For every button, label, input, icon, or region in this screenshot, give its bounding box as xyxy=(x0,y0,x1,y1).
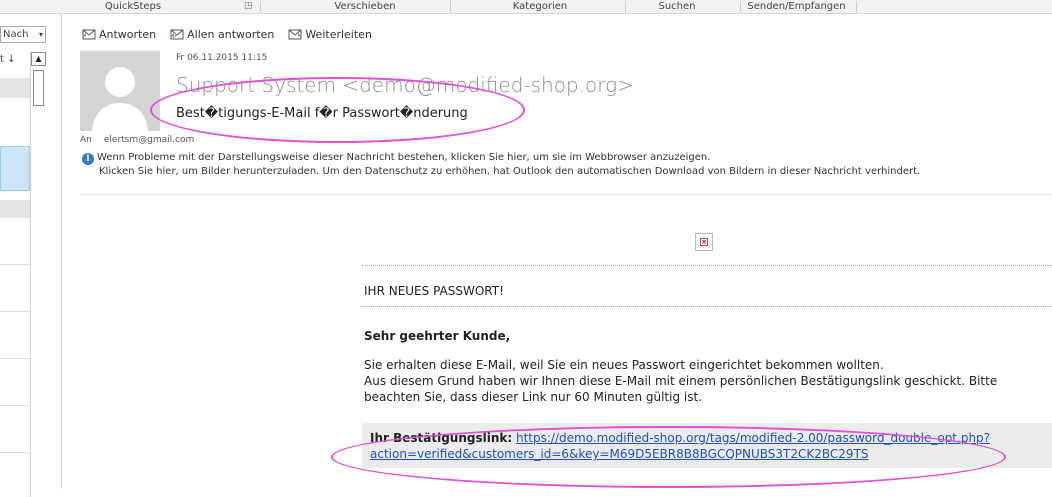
reply-all-button[interactable]: Allen antworten xyxy=(170,26,274,42)
avatar xyxy=(80,51,160,131)
chevron-down-icon: ▾ xyxy=(38,30,43,39)
scroll-up-icon[interactable]: ▲ xyxy=(31,52,46,66)
ribbon-group-suchen: Suchen xyxy=(658,1,696,12)
reply-icon xyxy=(82,29,96,40)
forward-label: Weiterleiten xyxy=(305,27,372,41)
recipient-address[interactable]: elertsm@gmail.com xyxy=(104,135,194,145)
body-greeting: Sehr geehrter Kunde, xyxy=(364,329,511,343)
reply-button[interactable]: Antworten xyxy=(82,26,156,42)
message-date: Fr 06.11.2015 11:15 xyxy=(176,53,268,63)
header-divider xyxy=(80,194,1052,195)
forward-button[interactable]: Weiterleiten xyxy=(288,26,372,42)
dialog-launcher-icon[interactable]: ◳ xyxy=(244,1,253,11)
reply-label: Antworten xyxy=(99,27,157,41)
body-paragraph: Aus diesem Grund haben wir Ihnen diese E… xyxy=(364,374,998,404)
reply-all-icon xyxy=(170,29,184,40)
ribbon-group-labels: QuickSteps ◳ Verschieben Kategorien Such… xyxy=(0,0,1052,14)
reply-all-label: Allen antworten xyxy=(187,27,275,41)
ribbon-separator xyxy=(740,1,741,13)
ribbon-group-kategorien: Kategorien xyxy=(512,1,568,12)
sort-dropdown-label: Nach xyxy=(3,29,29,40)
broken-image-icon: × xyxy=(700,238,708,246)
ribbon-separator xyxy=(260,1,261,13)
ribbon-group-verschieben: Verschieben xyxy=(334,1,396,12)
link-highlight-ellipse xyxy=(331,426,1006,488)
subject-highlight-ellipse xyxy=(150,77,525,143)
list-divider xyxy=(0,264,30,265)
list-item[interactable] xyxy=(0,200,30,218)
info-bar[interactable]: i Wenn Probleme mit der Darstellungsweise… xyxy=(82,151,920,179)
ribbon-separator xyxy=(856,1,857,13)
list-divider xyxy=(0,405,30,406)
scrollbar-thumb[interactable] xyxy=(33,70,44,106)
info-icon: i xyxy=(82,153,94,165)
sort-order-toggle[interactable]: t ↓ xyxy=(0,54,15,65)
person-silhouette-icon xyxy=(80,51,160,131)
reading-pane: Antworten Allen antworten Weiterleiten F… xyxy=(70,14,1052,489)
list-scrollbar[interactable]: ▲ xyxy=(30,52,46,497)
body-heading: IHR NEUES PASSWORT! xyxy=(364,284,504,298)
recipient-line: An elertsm@gmail.com xyxy=(80,135,194,145)
sort-dropdown[interactable]: Nach ▾ xyxy=(0,26,46,43)
ribbon-group-senden-empfangen: Senden/Empfangen xyxy=(747,1,846,12)
list-divider xyxy=(0,452,30,453)
info-line-images[interactable]: Klicken Sie hier, um Bilder herunterzula… xyxy=(99,166,920,177)
message-actions: Antworten Allen antworten Weiterleiten xyxy=(82,26,372,42)
forward-icon xyxy=(288,29,303,40)
broken-image-placeholder: × xyxy=(695,233,713,251)
list-divider xyxy=(0,358,30,359)
list-item[interactable] xyxy=(0,78,30,98)
info-line-browser[interactable]: Wenn Probleme mit der Darstellungsweise … xyxy=(97,152,710,163)
body-divider xyxy=(362,306,1052,307)
ribbon-group-quicksteps: QuickSteps xyxy=(104,1,162,12)
ribbon-separator xyxy=(450,1,451,13)
list-item-selected[interactable] xyxy=(0,146,30,191)
ribbon-separator xyxy=(625,1,626,13)
message-list: Nach ▾ t ↓ ▲ xyxy=(0,14,62,497)
to-label: An xyxy=(80,135,92,145)
body-paragraph: Sie erhalten diese E-Mail, weil Sie ein … xyxy=(364,358,884,372)
list-divider xyxy=(0,311,30,312)
